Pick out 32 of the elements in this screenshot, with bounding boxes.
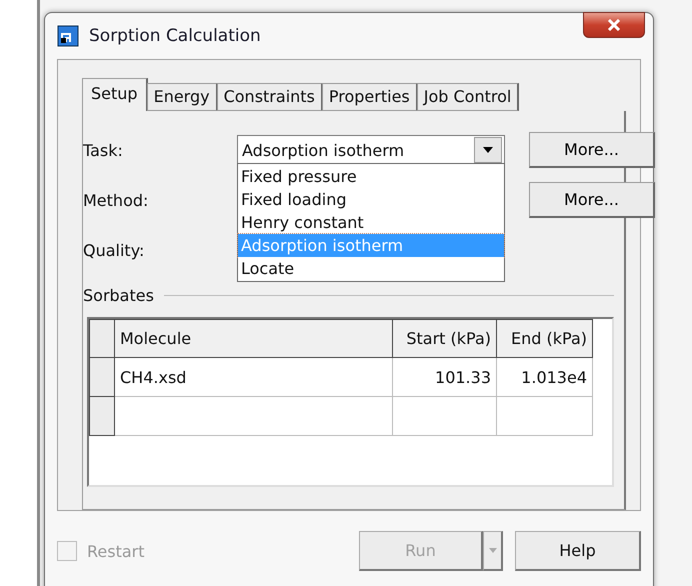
row-header <box>90 358 114 396</box>
run-menu-button[interactable] <box>483 531 503 571</box>
close-icon <box>607 19 621 31</box>
table-cell[interactable]: 1.013e4 <box>496 358 592 396</box>
checkbox-label: Restart <box>87 542 146 560</box>
table-cell[interactable] <box>114 396 392 436</box>
tab[interactable]: Setup <box>82 78 148 111</box>
table-cell[interactable] <box>496 396 592 436</box>
more-button[interactable]: More... <box>529 132 655 168</box>
tab[interactable]: Properties <box>322 83 418 111</box>
field-label: Method: <box>83 190 150 210</box>
tab[interactable]: Energy <box>146 83 218 111</box>
table-cell[interactable]: CH4.xsd <box>114 358 392 396</box>
table-cell[interactable] <box>392 396 496 436</box>
task-dropdown[interactable]: Adsorption isotherm <box>237 135 505 165</box>
app-icon <box>57 25 79 47</box>
row-header <box>90 396 114 436</box>
caret-icon <box>488 548 496 553</box>
column-header: End (kPa) <box>496 320 592 358</box>
row-header <box>90 320 114 358</box>
group-title: Sorbates <box>83 286 154 304</box>
tab[interactable]: Job Control <box>416 83 520 111</box>
tab[interactable]: Constraints <box>216 83 323 111</box>
window-title: Sorption Calculation <box>89 26 261 46</box>
table-cell[interactable]: 101.33 <box>392 358 496 396</box>
help-button[interactable]: Help <box>515 531 641 571</box>
field-label: Quality: <box>83 240 146 260</box>
close-button[interactable] <box>583 12 645 38</box>
field-label: Task: <box>83 140 124 160</box>
column-header: Molecule <box>114 320 392 358</box>
column-header: Start (kPa) <box>392 320 496 358</box>
more-button[interactable]: More... <box>529 182 655 218</box>
